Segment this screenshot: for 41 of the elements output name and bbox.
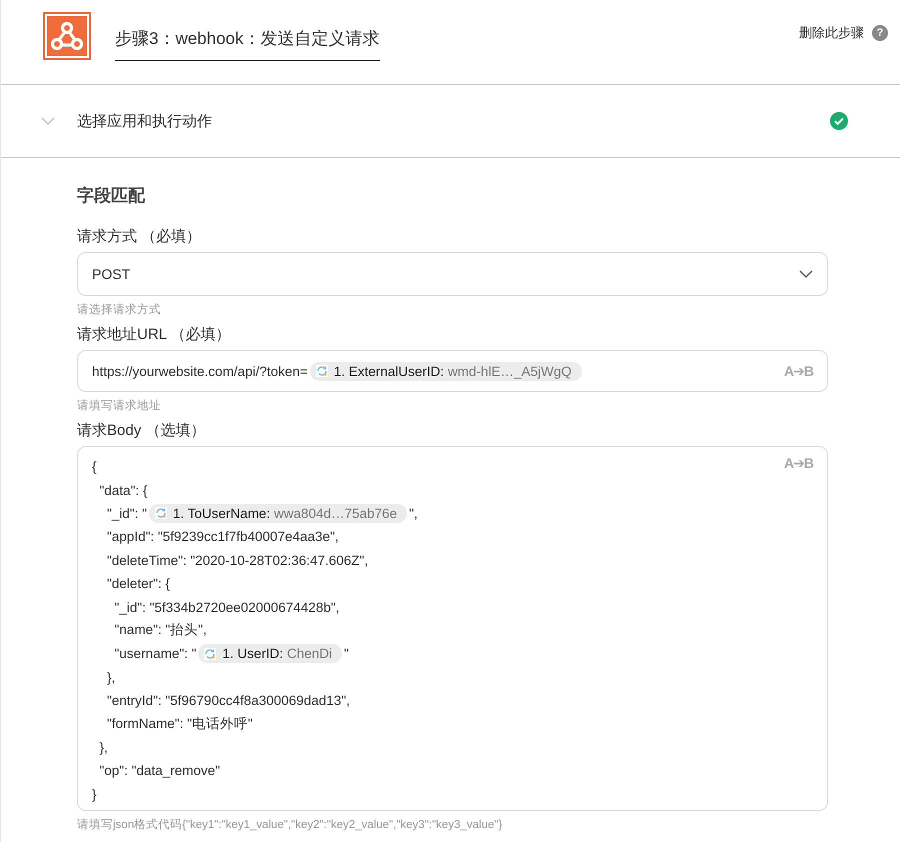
dropdown-icon xyxy=(799,270,813,278)
refresh-icon xyxy=(154,507,167,520)
variable-chip[interactable]: 1. UserID: ChenDi xyxy=(198,644,342,664)
field-label: 请求地址URL （必填） xyxy=(77,325,232,344)
body-field[interactable] xyxy=(77,446,828,811)
variable-chip[interactable]: 1. ExternalUserID: wmd-hlE…_A5jWgQ xyxy=(310,362,582,380)
variable-chip[interactable]: 1. ToUserName: wwa804d…75ab76e xyxy=(148,504,408,523)
code-text: }, xyxy=(98,740,108,755)
code-text: "deleteTime": "2020-10-28T02:36:47.606Z", xyxy=(106,552,368,568)
refresh-icon xyxy=(316,365,328,377)
section-title: 选择应用和执行动作 xyxy=(77,112,212,130)
delete-step-link[interactable]: 删除此步骤 xyxy=(799,24,864,42)
code-text: "appId": "5f9239cc1f7fb40007e4aa3e", xyxy=(106,529,339,544)
section-header[interactable]: 选择应用和执行动作 xyxy=(1,85,900,158)
section-heading: 字段匹配 xyxy=(77,185,146,207)
step-title[interactable]: 步骤3：webhook：发送自定义请求 xyxy=(115,21,380,61)
field-label: 请求Body （选填） xyxy=(77,421,206,440)
code-text: "_id": " xyxy=(106,506,147,521)
code-text: https://yourwebsite.com/api/?token= xyxy=(92,364,308,378)
code-text: "_id": "5f334b2720ee02000674428b", xyxy=(114,600,340,615)
field-hint: 请选择请求方式 xyxy=(77,302,162,317)
code-text: { xyxy=(92,459,97,474)
code-text: "op": "data_remove" xyxy=(98,763,220,778)
code-text: } xyxy=(92,786,97,802)
code-text: "username": " xyxy=(114,646,196,662)
webhook-logo xyxy=(43,12,91,60)
field-label: 请求方式 （必填） xyxy=(77,227,202,246)
code-text: ", xyxy=(409,506,418,521)
code-text: "formName": "电话外呼" xyxy=(106,714,253,733)
method-select[interactable]: POST xyxy=(77,252,828,296)
code-text: "name": "抬头", xyxy=(114,621,207,640)
code-text: " xyxy=(344,646,349,662)
field-hint: 请填写请求地址 xyxy=(77,398,162,413)
code-text: "data": { xyxy=(98,482,148,498)
code-text: "entryId": "5f96790cc4f8a300069dad13", xyxy=(106,693,350,708)
field-hint: 请填写json格式代码{"key1":"key1_value","key2":"key2_value","key3":"key3_value"} xyxy=(77,818,504,832)
help-icon[interactable]: ? xyxy=(872,25,888,41)
code-text: }, xyxy=(106,670,116,685)
refresh-icon xyxy=(204,648,216,660)
url-field[interactable]: https://yourwebsite.com/api/?token= 1. ExternalUserID: wmd-hlE…_A5jWgQ A➔B xyxy=(77,350,828,392)
code-text: "deleter": { xyxy=(106,576,170,592)
